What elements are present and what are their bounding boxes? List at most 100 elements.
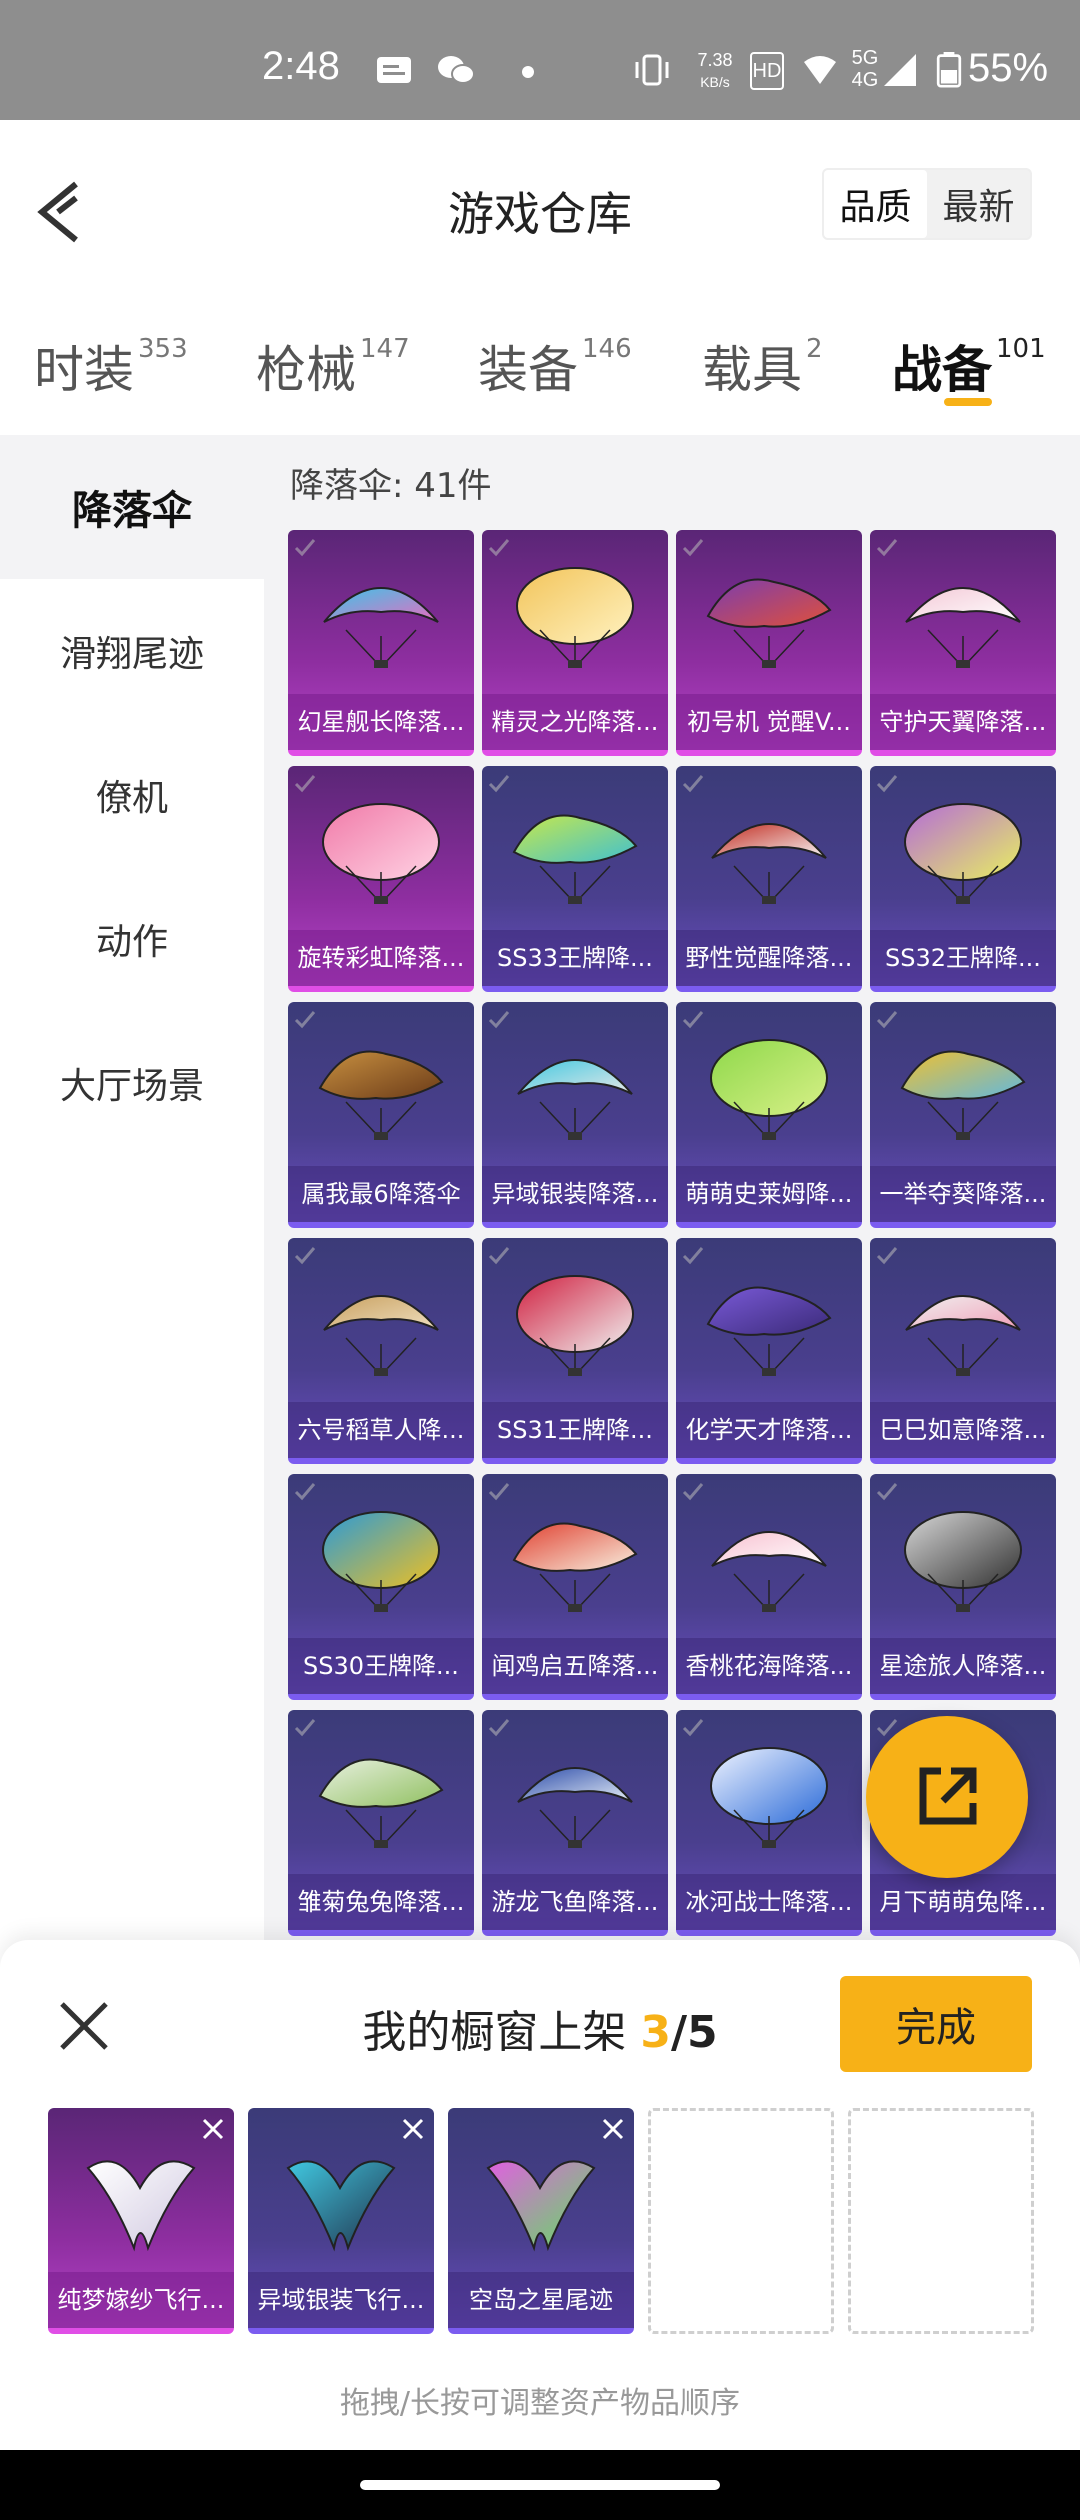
item-card[interactable]: 闻鸡启五降落... [482, 1474, 668, 1700]
parachute-icon [704, 1268, 834, 1378]
item-card[interactable]: 野性觉醒降落... [676, 766, 862, 992]
done-button[interactable]: 完成 [840, 1976, 1032, 2072]
tab-vehicles[interactable]: 载具 2 [702, 330, 823, 402]
check-icon [488, 1483, 510, 1501]
category-tabs: 时装 353 枪械 147 装备 146 载具 2 战备 101 [0, 320, 1080, 420]
parachute-icon [898, 796, 1028, 906]
check-icon [876, 1247, 898, 1265]
item-name: 一举夺葵降落... [870, 1166, 1056, 1222]
item-card[interactable]: 萌萌史莱姆降... [676, 1002, 862, 1228]
tab-battle-gear[interactable]: 战备 101 [892, 330, 1046, 402]
item-name: SS32王牌降... [870, 930, 1056, 986]
item-name: 游龙飞鱼降落... [482, 1874, 668, 1930]
showcase-slot[interactable]: 空岛之星尾迹 [448, 2108, 634, 2334]
item-name: 初号机 觉醒V... [676, 694, 862, 750]
check-icon [294, 1247, 316, 1265]
net-speed-value: 7.38 [697, 50, 733, 70]
tab-firearms[interactable]: 枪械 147 [256, 330, 410, 402]
item-card[interactable]: 幻星舰长降落... [288, 530, 474, 756]
sort-toggle[interactable]: 品质 最新 [822, 168, 1032, 240]
tab-count: 147 [360, 334, 410, 364]
item-name: 闻鸡启五降落... [482, 1638, 668, 1694]
showcase-total-count: /5 [670, 2007, 718, 2058]
reorder-hint: 拖拽/长按可调整资产物品顺序 [339, 2386, 741, 2421]
check-icon [876, 539, 898, 557]
parachute-icon [316, 560, 446, 670]
tab-equipment[interactable]: 装备 146 [478, 330, 632, 402]
showcase-slot[interactable]: 纯梦嫁纱飞行... [48, 2108, 234, 2334]
check-icon [682, 539, 704, 557]
tab-label: 时装 [34, 341, 134, 399]
sidebar-item-lobby-scene[interactable]: 大厅场景 [0, 1011, 264, 1155]
item-card[interactable]: 雏菊兔兔降落... [288, 1710, 474, 1936]
check-icon [682, 1483, 704, 1501]
nav-bar [0, 2450, 1080, 2520]
check-icon [876, 775, 898, 793]
parachute-icon [510, 1504, 640, 1614]
vibrate-icon [635, 54, 669, 86]
message-icon [377, 57, 411, 83]
sort-option-newest[interactable]: 最新 [927, 170, 1030, 238]
item-name: 月下萌萌兔降... [870, 1874, 1056, 1930]
showcase-slot[interactable]: 异域银装飞行... [248, 2108, 434, 2334]
check-icon [294, 1483, 316, 1501]
item-card[interactable]: SS33王牌降... [482, 766, 668, 992]
item-name: 野性觉醒降落... [676, 930, 862, 986]
header: 游戏仓库 品质 最新 时装 353 枪械 147 装备 146 载具 2 战备 101 [0, 120, 1080, 435]
tab-fashion[interactable]: 时装 353 [34, 330, 188, 402]
sidebar-item-glide-trail[interactable]: 滑翔尾迹 [0, 579, 264, 723]
item-card[interactable]: 守护天翼降落... [870, 530, 1056, 756]
item-card[interactable]: 旋转彩虹降落... [288, 766, 474, 992]
item-name: 旋转彩虹降落... [288, 930, 474, 986]
share-button[interactable] [866, 1716, 1028, 1878]
item-card[interactable]: 游龙飞鱼降落... [482, 1710, 668, 1936]
sidebar-item-emote[interactable]: 动作 [0, 867, 264, 1011]
parachute-icon [898, 1268, 1028, 1378]
item-art-icon [286, 2160, 396, 2252]
item-name: 六号稻草人降... [288, 1402, 474, 1458]
sidebar-item-wingman[interactable]: 僚机 [0, 723, 264, 867]
parachute-icon [510, 1268, 640, 1378]
item-name: 香桃花海降落... [676, 1638, 862, 1694]
item-card[interactable]: SS32王牌降... [870, 766, 1056, 992]
item-card[interactable]: 香桃花海降落... [676, 1474, 862, 1700]
check-icon [488, 1719, 510, 1737]
status-time: 2:48 [262, 44, 340, 88]
item-name: SS30王牌降... [288, 1638, 474, 1694]
share-icon [919, 1767, 977, 1825]
parachute-icon [704, 1032, 834, 1142]
item-card[interactable]: SS31王牌降... [482, 1238, 668, 1464]
parachute-icon [898, 1032, 1028, 1142]
tab-count: 2 [806, 334, 823, 364]
item-card[interactable]: 巳巳如意降落... [870, 1238, 1056, 1464]
empty-showcase-slot[interactable] [648, 2108, 834, 2334]
parachute-icon [510, 560, 640, 670]
item-card[interactable]: 属我最6降落伞 [288, 1002, 474, 1228]
item-name: 属我最6降落伞 [288, 1166, 474, 1222]
item-name: 雏菊兔兔降落... [288, 1874, 474, 1930]
check-icon [682, 1011, 704, 1029]
slot-item-name: 空岛之星尾迹 [448, 2272, 634, 2328]
item-card[interactable]: 初号机 觉醒V... [676, 530, 862, 756]
item-card[interactable]: 冰河战士降落... [676, 1710, 862, 1936]
item-card[interactable]: 化学天才降落... [676, 1238, 862, 1464]
check-icon [682, 775, 704, 793]
item-card[interactable]: 星途旅人降落... [870, 1474, 1056, 1700]
item-card[interactable]: 一举夺葵降落... [870, 1002, 1056, 1228]
tab-count: 101 [996, 334, 1046, 364]
item-card[interactable]: 六号稻草人降... [288, 1238, 474, 1464]
item-card[interactable]: SS30王牌降... [288, 1474, 474, 1700]
parachute-icon [316, 1268, 446, 1378]
check-icon [876, 1011, 898, 1029]
sidebar-item-parachute[interactable]: 降落伞 [0, 435, 264, 579]
check-icon [488, 1247, 510, 1265]
parachute-icon [898, 560, 1028, 670]
item-art-icon [86, 2160, 196, 2252]
home-gesture-bar[interactable] [360, 2480, 720, 2490]
empty-showcase-slot[interactable] [848, 2108, 1034, 2334]
item-card[interactable]: 异域银装降落... [482, 1002, 668, 1228]
sort-option-quality[interactable]: 品质 [824, 170, 927, 238]
item-card[interactable]: 精灵之光降落... [482, 530, 668, 756]
sim-badge: HD [750, 52, 784, 90]
item-name: 幻星舰长降落... [288, 694, 474, 750]
